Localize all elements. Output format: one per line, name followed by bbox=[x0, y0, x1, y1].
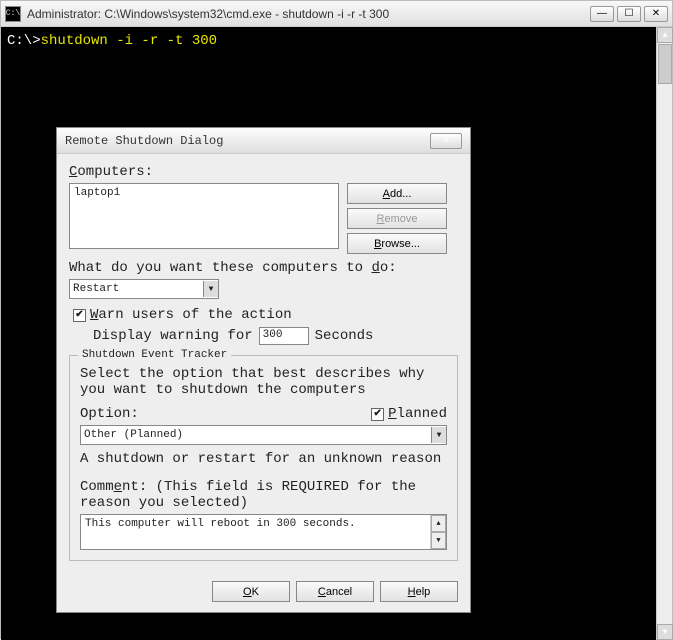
warn-label: Warn users of the action bbox=[90, 307, 292, 323]
computers-listbox[interactable]: laptop1 bbox=[69, 183, 339, 249]
option-label: Option: bbox=[80, 406, 371, 422]
ok-button[interactable]: OK bbox=[212, 581, 290, 602]
dialog-titlebar: Remote Shutdown Dialog ✕ bbox=[57, 128, 470, 154]
warning-seconds-input[interactable]: 300 bbox=[259, 327, 309, 345]
display-warning-label: Display warning for bbox=[93, 328, 253, 344]
dialog-body: CComputers:omputers: laptop1 Add... Remo… bbox=[57, 154, 470, 571]
dropdown-arrow-icon[interactable]: ▼ bbox=[203, 281, 218, 297]
scroll-up-icon[interactable]: ▲ bbox=[657, 27, 673, 43]
cmd-window: C:\ Administrator: C:\Windows\system32\c… bbox=[0, 0, 673, 639]
remove-button[interactable]: Remove bbox=[347, 208, 447, 229]
dialog-button-row: OK Cancel Help bbox=[57, 571, 470, 612]
reason-description: A shutdown or restart for an unknown rea… bbox=[80, 451, 447, 467]
comment-value: This computer will reboot in 300 seconds… bbox=[81, 515, 430, 549]
dialog-title: Remote Shutdown Dialog bbox=[65, 134, 430, 148]
maximize-button[interactable]: ☐ bbox=[617, 6, 641, 22]
cmd-scrollbar[interactable]: ▲ ▼ bbox=[656, 27, 672, 640]
close-button[interactable]: ✕ bbox=[644, 6, 668, 22]
reason-select-value: Other (Planned) bbox=[84, 429, 183, 441]
planned-checkbox-row: ✔ Planned bbox=[371, 406, 447, 422]
minimize-button[interactable]: — bbox=[590, 6, 614, 22]
action-select-value: Restart bbox=[73, 283, 119, 295]
event-tracker-group: Shutdown Event Tracker Select the option… bbox=[69, 355, 458, 561]
warn-checkbox[interactable]: ✔ bbox=[73, 309, 86, 322]
add-button[interactable]: Add... bbox=[347, 183, 447, 204]
tracker-description: Select the option that best describes wh… bbox=[80, 366, 447, 398]
spin-up-icon[interactable]: ▲ bbox=[431, 515, 446, 532]
action-select[interactable]: Restart ▼ bbox=[69, 279, 219, 299]
reason-select[interactable]: Other (Planned) ▼ bbox=[80, 425, 447, 445]
browse-button[interactable]: Browse... bbox=[347, 233, 447, 254]
planned-label: Planned bbox=[388, 406, 447, 422]
remote-shutdown-dialog: Remote Shutdown Dialog ✕ CComputers:ompu… bbox=[56, 127, 471, 613]
cmd-command-text: shutdown -i -r -t 300 bbox=[41, 33, 217, 49]
computers-label: CComputers:omputers: bbox=[69, 164, 458, 180]
cmd-body[interactable]: C:\>shutdown -i -r -t 300 ▲ ▼ Remote Shu… bbox=[1, 27, 672, 640]
seconds-label: Seconds bbox=[315, 328, 374, 344]
scroll-down-icon[interactable]: ▼ bbox=[657, 624, 673, 640]
cmd-icon: C:\ bbox=[5, 6, 21, 22]
display-warning-row: Display warning for 300 Seconds bbox=[93, 327, 458, 345]
dialog-close-button[interactable]: ✕ bbox=[430, 133, 462, 149]
planned-checkbox[interactable]: ✔ bbox=[371, 408, 384, 421]
action-label: What do you want these computers to do: bbox=[69, 260, 458, 276]
spin-down-icon[interactable]: ▼ bbox=[431, 532, 446, 549]
window-controls: — ☐ ✕ bbox=[590, 6, 668, 22]
comment-textbox[interactable]: This computer will reboot in 300 seconds… bbox=[80, 514, 447, 550]
help-button[interactable]: Help bbox=[380, 581, 458, 602]
dropdown-arrow-icon[interactable]: ▼ bbox=[431, 427, 446, 443]
scroll-thumb[interactable] bbox=[658, 44, 672, 84]
event-tracker-title: Shutdown Event Tracker bbox=[78, 349, 231, 361]
comment-spinner: ▲ ▼ bbox=[430, 515, 446, 549]
cmd-title: Administrator: C:\Windows\system32\cmd.e… bbox=[27, 7, 590, 21]
warn-checkbox-row: ✔ Warn users of the action bbox=[73, 307, 458, 323]
cancel-button[interactable]: Cancel bbox=[296, 581, 374, 602]
cmd-titlebar: C:\ Administrator: C:\Windows\system32\c… bbox=[1, 1, 672, 27]
comment-label: Comment: (This field is REQUIRED for the… bbox=[80, 479, 447, 511]
cmd-prompt: C:\> bbox=[7, 33, 41, 49]
